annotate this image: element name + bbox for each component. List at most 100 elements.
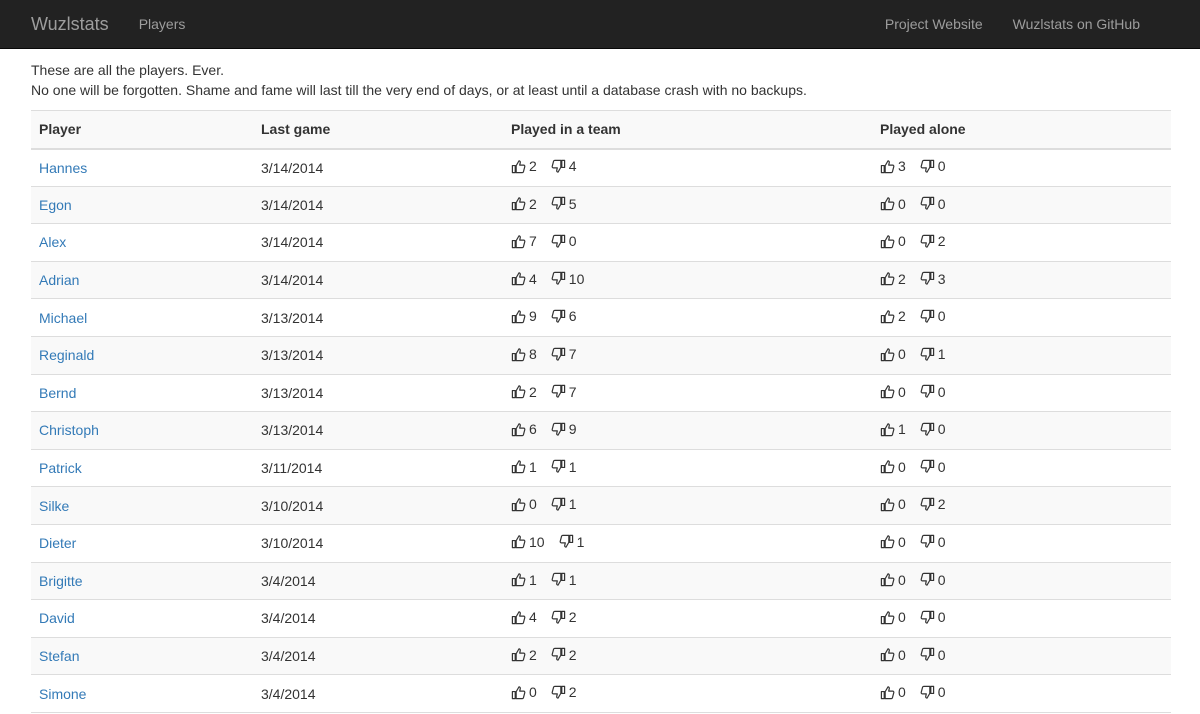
thumbs-up-stat: 0 <box>880 233 906 249</box>
player-link[interactable]: Alex <box>39 234 66 250</box>
vote-count: 0 <box>898 195 906 212</box>
vote-count: 1 <box>529 571 537 588</box>
vote-count: 9 <box>568 421 577 438</box>
player-link[interactable]: Reginald <box>39 347 94 363</box>
thumbs-down-stat: 0 <box>920 647 946 663</box>
team-stats-cell: 24 <box>503 148 872 187</box>
thumbs-up-stat: 0 <box>880 459 906 475</box>
player-link[interactable]: Silke <box>39 498 69 514</box>
team-stats-cell: 70 <box>503 223 872 262</box>
thumbs-down-stat: 1 <box>551 459 577 475</box>
team-stats-cell: 4 10 <box>503 260 872 299</box>
vote-count: 7 <box>568 346 577 363</box>
thumbs-down-icon <box>920 384 938 399</box>
last-game-cell: 3/4/2014 <box>253 674 503 713</box>
thumbs-up-icon <box>511 422 529 437</box>
intro-line-2: No one will be forgotten. Shame and fame… <box>31 82 807 98</box>
intro-line-1: These are all the players. Ever. <box>31 62 224 78</box>
thumbs-up-icon <box>880 647 898 662</box>
alone-stats-cell: 00 <box>872 185 1171 224</box>
thumbs-up-icon <box>511 384 529 399</box>
last-game-cell: 3/10/2014 <box>253 523 503 563</box>
thumbs-down-stat: 10 <box>551 271 584 287</box>
last-game-cell: 3/13/2014 <box>253 335 503 375</box>
thumbs-down-stat: 0 <box>920 158 946 174</box>
thumbs-up-icon <box>880 422 898 437</box>
player-link[interactable]: Brigitte <box>39 573 83 589</box>
vote-count: 0 <box>568 233 577 250</box>
thumbs-up-icon <box>511 685 529 700</box>
thumbs-down-icon <box>551 234 569 249</box>
thumbs-up-icon <box>880 610 898 625</box>
player-link[interactable]: Patrick <box>39 460 82 476</box>
alone-stats-cell: 23 <box>872 260 1171 299</box>
header-player: Player <box>31 110 253 150</box>
player-link[interactable]: Christoph <box>39 422 99 438</box>
player-link[interactable]: Michael <box>39 310 87 326</box>
vote-count: 7 <box>568 383 577 400</box>
thumbs-up-stat: 10 <box>511 534 545 550</box>
player-link[interactable]: Bernd <box>39 385 76 401</box>
vote-count: 10 <box>529 533 545 550</box>
nav-players-link[interactable]: Players <box>139 16 186 32</box>
thumbs-down-stat: 0 <box>920 684 946 700</box>
thumbs-up-stat: 2 <box>880 271 906 287</box>
team-stats-cell: 25 <box>503 185 872 224</box>
thumbs-up-icon <box>880 271 898 286</box>
brand-link[interactable]: Wuzlstats <box>31 14 109 35</box>
thumbs-down-icon <box>920 309 938 324</box>
alone-stats-cell: 30 <box>872 148 1171 187</box>
player-link[interactable]: Hannes <box>39 160 87 176</box>
thumbs-up-icon <box>880 459 898 474</box>
thumbs-up-icon <box>880 497 898 512</box>
table-row: Patrick 3/11/2014 1 1 0 0 <box>31 448 1171 487</box>
thumbs-down-stat: 0 <box>920 421 946 437</box>
thumbs-up-stat: 9 <box>511 308 537 324</box>
thumbs-down-icon <box>551 271 569 286</box>
vote-count: 1 <box>568 496 577 513</box>
team-stats-cell: 11 <box>503 561 872 600</box>
thumbs-down-icon <box>551 572 569 587</box>
thumbs-down-stat: 0 <box>920 609 946 625</box>
player-link[interactable]: Adrian <box>39 272 79 288</box>
vote-count: 2 <box>898 308 906 325</box>
vote-count: 3 <box>898 158 906 175</box>
vote-count: 2 <box>937 496 946 513</box>
thumbs-down-stat: 7 <box>551 384 577 400</box>
thumbs-down-stat: 0 <box>920 534 946 550</box>
thumbs-down-icon <box>920 534 938 549</box>
thumbs-down-icon <box>551 422 569 437</box>
project-website-link[interactable]: Project Website <box>885 16 983 32</box>
player-link[interactable]: Dieter <box>39 535 76 551</box>
table-row: Christoph 3/13/2014 6 9 1 0 <box>31 411 1171 450</box>
vote-count: 0 <box>898 571 906 588</box>
thumbs-up-stat: 0 <box>880 647 906 663</box>
thumbs-up-stat: 2 <box>511 158 537 174</box>
alone-stats-cell: 00 <box>872 523 1171 563</box>
thumbs-up-stat: 8 <box>511 346 537 362</box>
player-cell: Egon <box>31 185 253 224</box>
alone-stats-cell: 02 <box>872 223 1171 262</box>
thumbs-down-icon <box>920 647 938 662</box>
thumbs-up-stat: 4 <box>511 609 537 625</box>
player-link[interactable]: David <box>39 610 75 626</box>
github-link[interactable]: Wuzlstats on GitHub <box>1013 16 1140 32</box>
player-link[interactable]: Egon <box>39 197 72 213</box>
thumbs-up-icon <box>880 309 898 324</box>
team-stats-cell: 69 <box>503 411 872 450</box>
player-link[interactable]: Stefan <box>39 648 79 664</box>
team-stats-cell: 42 <box>503 599 872 638</box>
table-row: Simone 3/4/2014 0 2 0 0 <box>31 674 1171 713</box>
thumbs-down-icon <box>559 534 577 549</box>
vote-count: 0 <box>529 684 537 701</box>
vote-count: 0 <box>937 158 946 175</box>
last-game-cell: 3/4/2014 <box>253 599 503 638</box>
table-row: Brigitte 3/4/2014 1 1 0 0 <box>31 561 1171 600</box>
thumbs-up-stat: 4 <box>511 271 537 287</box>
player-cell: Michael <box>31 298 253 337</box>
team-stats-cell: 22 <box>503 636 872 675</box>
player-link[interactable]: Simone <box>39 686 86 702</box>
table-row: Hannes 3/14/2014 2 4 3 0 <box>31 148 1171 187</box>
thumbs-down-icon <box>551 647 569 662</box>
thumbs-up-stat: 2 <box>511 384 537 400</box>
